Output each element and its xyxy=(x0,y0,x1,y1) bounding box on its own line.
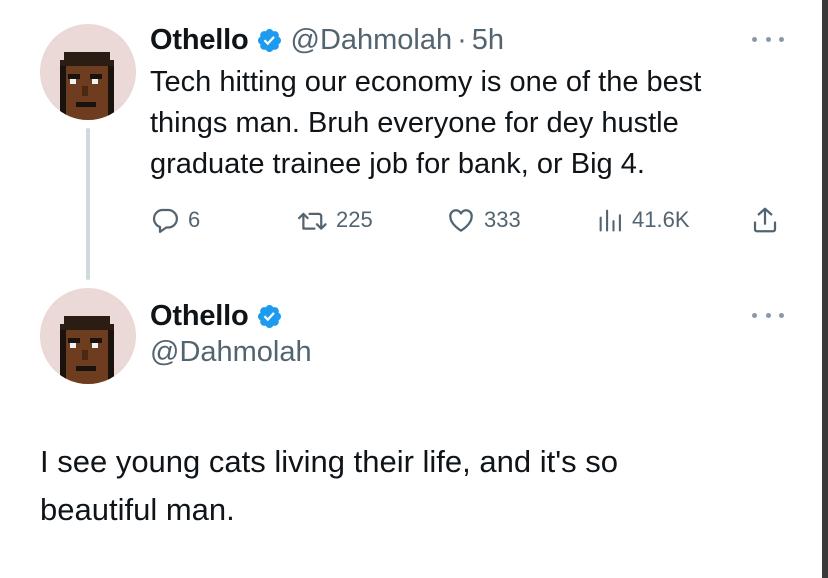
verified-badge-icon xyxy=(256,27,283,54)
like-button[interactable]: 333 xyxy=(446,200,521,240)
share-icon xyxy=(750,205,780,235)
share-button[interactable] xyxy=(750,200,780,240)
display-name[interactable]: Othello xyxy=(150,24,249,57)
more-options-icon[interactable] xyxy=(752,310,784,320)
pixel-face-icon xyxy=(60,52,114,120)
repost-button[interactable]: 225 xyxy=(296,200,373,240)
tweet-actions: 6 225 333 41.6K xyxy=(150,200,790,240)
reply-count: 6 xyxy=(188,207,201,232)
like-count: 333 xyxy=(484,207,521,232)
repost-icon xyxy=(296,205,328,235)
reply-button[interactable]: 6 xyxy=(150,200,200,240)
display-name[interactable]: Othello xyxy=(150,300,249,333)
views-chart-icon xyxy=(596,205,624,235)
verified-badge-icon xyxy=(256,303,283,330)
window-edge xyxy=(822,0,828,578)
timestamp[interactable]: 5h xyxy=(472,24,504,57)
tweet-text-line: graduate trainee job for bank, or Big 4. xyxy=(150,148,645,180)
avatar[interactable] xyxy=(40,24,136,120)
tweet-text-line: I see young cats living their life, and … xyxy=(40,444,618,479)
avatar[interactable] xyxy=(40,288,136,384)
separator-dot: · xyxy=(457,23,467,56)
tweet-text-line: Tech hitting our economy is one of the b… xyxy=(150,66,702,98)
views-button[interactable]: 41.6K xyxy=(596,200,690,240)
repost-count: 225 xyxy=(336,207,373,232)
user-handle[interactable]: @Dahmolah xyxy=(150,336,312,369)
tweet-text: I see young cats living their life, and … xyxy=(40,438,618,534)
tweet-text-line: beautiful man. xyxy=(40,492,235,527)
tweet-text: Tech hitting our economy is one of the b… xyxy=(150,62,701,185)
reply-icon xyxy=(150,205,180,235)
views-count: 41.6K xyxy=(632,207,690,232)
pixel-face-icon xyxy=(60,316,114,384)
user-handle[interactable]: @Dahmolah xyxy=(291,24,453,57)
thread-connector xyxy=(86,128,90,280)
tweet-text-line: things man. Bruh everyone for dey hustle xyxy=(150,107,679,139)
heart-icon xyxy=(446,205,476,235)
tweet-header: Othello xyxy=(150,296,283,336)
more-options-icon[interactable] xyxy=(752,34,784,44)
tweet-header: Othello @Dahmolah · 5h xyxy=(150,20,504,60)
